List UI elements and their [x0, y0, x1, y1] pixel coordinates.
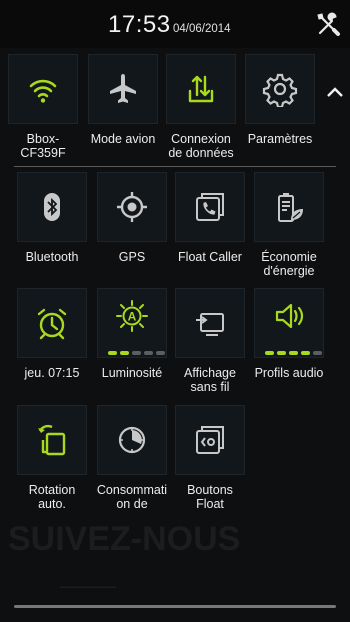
wifi-icon	[29, 79, 57, 103]
status-time: 17:53	[108, 11, 171, 38]
brightness-level-indicator	[108, 351, 165, 355]
float-buttons-icon	[196, 426, 224, 454]
status-bar: 17:53 04/06/2014	[0, 0, 350, 48]
divider	[14, 166, 336, 167]
cast-icon	[196, 313, 224, 336]
rotation-icon	[38, 424, 66, 456]
collapse-button[interactable]	[320, 72, 350, 112]
tile-box	[175, 288, 245, 358]
tile-box	[175, 405, 245, 475]
level-dot	[289, 351, 298, 355]
level-dot	[265, 351, 274, 355]
background-ghost-line: ————	[60, 578, 116, 594]
level-dot	[132, 351, 141, 355]
tile-mobile-data-label: Connexion de données	[168, 132, 234, 160]
airplane-icon	[110, 74, 136, 103]
tile-audio-profiles-label: Profils audio	[254, 366, 324, 380]
tools-icon	[317, 12, 340, 36]
data-transfer-icon	[188, 75, 214, 103]
gps-icon	[117, 192, 147, 222]
tile-brightness-label: Luminosité	[101, 366, 163, 380]
svg-text:A: A	[128, 310, 137, 324]
tile-box	[245, 54, 315, 124]
tile-wireless-display-label: Affichage sans fil	[184, 366, 236, 394]
level-dot	[108, 351, 117, 355]
tile-box	[254, 288, 324, 358]
tile-airplane-label: Mode avion	[90, 132, 156, 146]
gear-icon	[262, 73, 298, 107]
tile-box	[97, 405, 167, 475]
tile-gps-label: GPS	[118, 250, 146, 264]
brightness-icon: A	[116, 300, 148, 332]
phone-icon	[196, 193, 224, 221]
level-dot	[144, 351, 153, 355]
tile-box	[254, 172, 324, 242]
horizontal-scrollbar[interactable]	[14, 605, 336, 608]
level-dot	[277, 351, 286, 355]
volume-icon	[275, 303, 304, 329]
tile-box	[97, 172, 167, 242]
tile-float-buttons-label: Boutons Float	[187, 483, 233, 511]
bluetooth-icon	[44, 193, 60, 221]
tile-consumption-label: Consommati on de	[96, 483, 168, 511]
tile-power-saving-label: Économie d'énergie	[261, 250, 317, 278]
level-dot	[156, 351, 165, 355]
tile-float-caller-label: Float Caller	[178, 250, 242, 264]
tile-auto-rotation-label: Rotation auto.	[28, 483, 76, 511]
tile-box	[166, 54, 236, 124]
tile-bluetooth-label: Bluetooth	[25, 250, 79, 264]
tile-box: A	[97, 288, 167, 358]
level-dot	[313, 351, 322, 355]
tile-box	[175, 172, 245, 242]
timer-icon	[118, 426, 146, 454]
tile-box	[17, 405, 87, 475]
tile-settings-label: Paramètres	[247, 132, 313, 146]
quick-settings-edit-button[interactable]	[313, 10, 343, 40]
battery-leaf-icon	[278, 193, 303, 222]
tile-box	[17, 288, 87, 358]
tile-alarm-label: jeu. 07:15	[24, 366, 80, 380]
level-dot	[120, 351, 129, 355]
tile-box	[88, 54, 158, 124]
tile-box	[17, 172, 87, 242]
status-date: 04/06/2014	[173, 23, 231, 35]
audio-level-indicator	[265, 351, 322, 355]
tile-box	[8, 54, 78, 124]
chevron-up-icon	[327, 87, 343, 97]
background-ghost-text: SUIVEZ-NOUS	[8, 520, 241, 558]
tile-wifi-label: Bbox- CF359F	[20, 132, 66, 160]
alarm-clock-icon	[37, 308, 67, 340]
level-dot	[301, 351, 310, 355]
